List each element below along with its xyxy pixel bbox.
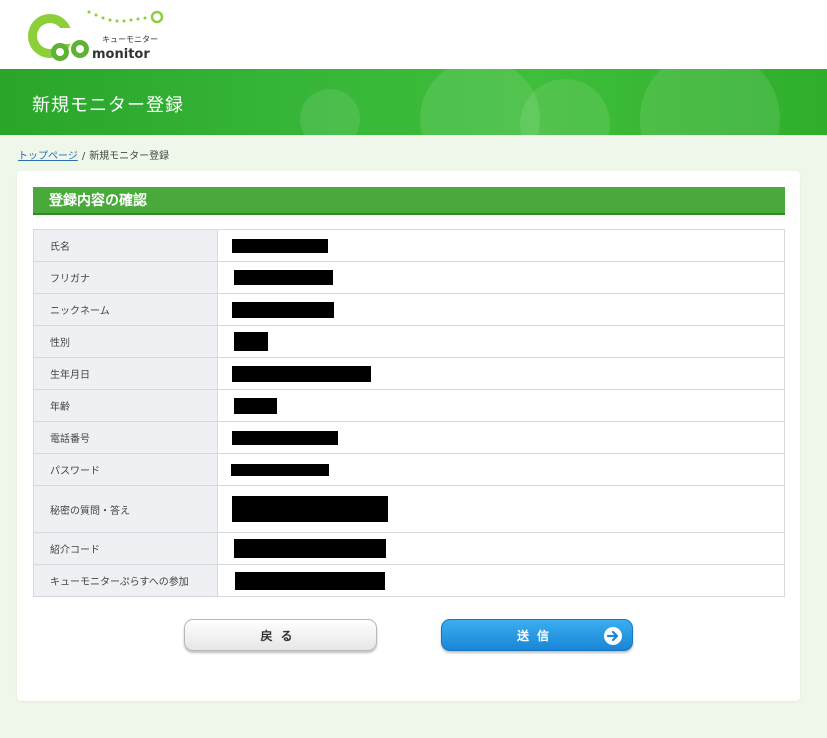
redacted-value (234, 332, 268, 351)
table-row: 氏名 (33, 229, 785, 262)
table-row: 電話番号 (33, 421, 785, 454)
confirmation-panel: 登録内容の確認 氏名 フリガナ ニックネーム 性別 生年月日 年齢 電話番号 パ… (17, 171, 800, 701)
breadcrumb-home-link[interactable]: トップページ (18, 151, 78, 162)
field-label: フリガナ (33, 261, 218, 294)
field-value (217, 325, 785, 358)
redacted-value (232, 365, 371, 382)
field-value (217, 453, 785, 486)
field-label: パスワード (33, 453, 218, 486)
table-row: 年齢 (33, 389, 785, 422)
svg-text:monitor: monitor (92, 47, 150, 62)
arrow-right-icon (604, 627, 622, 645)
redacted-value (232, 430, 338, 445)
field-value (217, 485, 785, 533)
confirmation-table: 氏名 フリガナ ニックネーム 性別 生年月日 年齢 電話番号 パスワード 秘密の… (33, 229, 785, 597)
breadcrumb-current: 新規モニター登録 (89, 151, 170, 162)
cue-monitor-logo[interactable]: キューモニター monitor (24, 6, 164, 64)
field-label: 秘密の質問・答え (33, 485, 218, 533)
field-label: キューモニターぷらすへの参加 (33, 564, 218, 597)
field-value (217, 261, 785, 294)
table-row: 秘密の質問・答え (33, 485, 785, 533)
send-button[interactable]: 送信 (441, 619, 633, 651)
back-button[interactable]: 戻る (184, 619, 377, 651)
breadcrumb: トップページ / 新規モニター登録 (18, 147, 169, 162)
send-button-label: 送信 (516, 629, 557, 643)
table-row: キューモニターぷらすへの参加 (33, 564, 785, 597)
table-row: 紹介コード (33, 532, 785, 565)
redacted-value (232, 301, 334, 318)
redacted-value (231, 463, 329, 476)
field-value (217, 564, 785, 597)
page-title: 新規モニター登録 (32, 95, 184, 116)
table-row: パスワード (33, 453, 785, 486)
field-label: 年齢 (33, 389, 218, 422)
field-label: 電話番号 (33, 421, 218, 454)
table-row: フリガナ (33, 261, 785, 294)
redacted-value (232, 238, 328, 253)
field-label: 氏名 (33, 229, 218, 262)
field-value (217, 421, 785, 454)
breadcrumb-separator: / (81, 151, 86, 162)
field-label: ニックネーム (33, 293, 218, 326)
redacted-value (232, 496, 388, 522)
field-value (217, 532, 785, 565)
field-label: 性別 (33, 325, 218, 358)
redacted-value (234, 397, 277, 414)
field-label: 生年月日 (33, 357, 218, 390)
field-value (217, 229, 785, 262)
redacted-value (235, 571, 385, 590)
redacted-value (234, 539, 386, 558)
field-value (217, 389, 785, 422)
section-title: 登録内容の確認 (33, 187, 785, 215)
site-header: キューモニター monitor (0, 0, 827, 69)
page-banner: 新規モニター登録 (0, 69, 827, 135)
field-value (217, 357, 785, 390)
field-value (217, 293, 785, 326)
table-row: 性別 (33, 325, 785, 358)
svg-text:キューモニター: キューモニター (102, 35, 158, 44)
table-row: 生年月日 (33, 357, 785, 390)
field-label: 紹介コード (33, 532, 218, 565)
table-row: ニックネーム (33, 293, 785, 326)
redacted-value (234, 270, 333, 285)
